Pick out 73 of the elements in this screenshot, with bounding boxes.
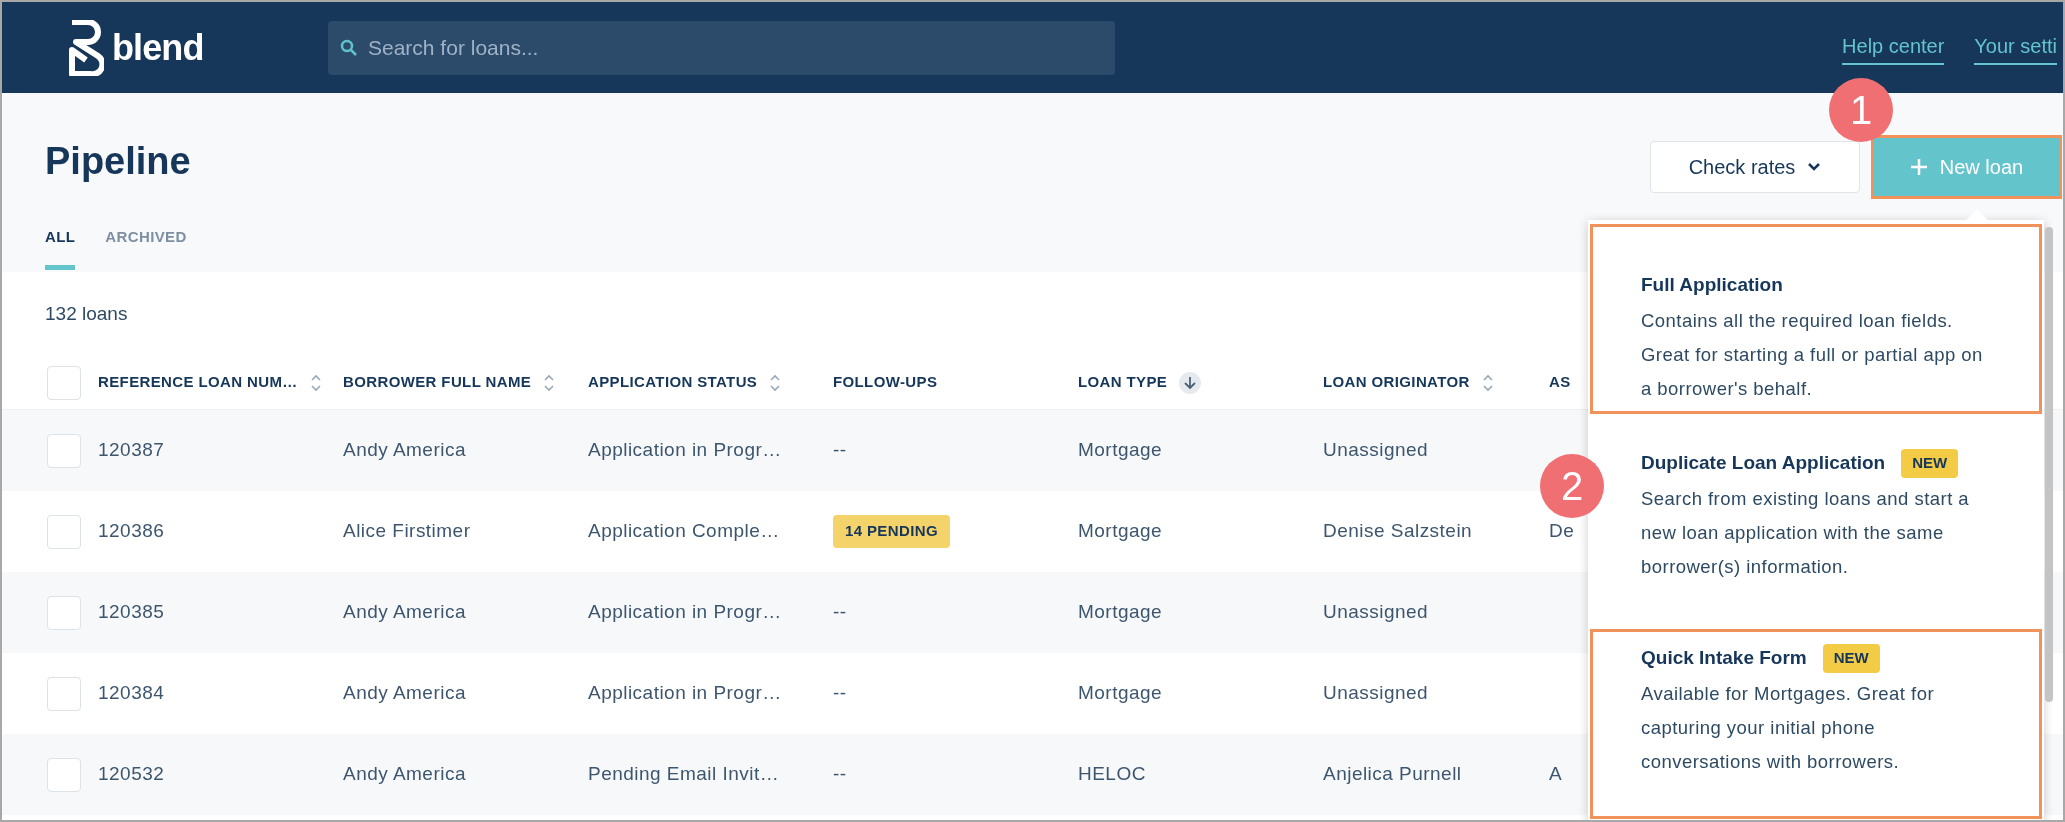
table-cell: Unassigned bbox=[1323, 601, 1429, 623]
column-header[interactable]: LOAN TYPE bbox=[1078, 371, 1168, 394]
checkbox[interactable] bbox=[47, 433, 81, 468]
table-cell: Andy America bbox=[343, 682, 466, 704]
check-rates-button[interactable]: Check rates bbox=[1650, 141, 1860, 193]
table-cell: Unassigned bbox=[1323, 682, 1429, 704]
table-cell: 120387 bbox=[98, 439, 165, 461]
new-badge: NEW bbox=[1822, 644, 1880, 673]
table-cell: De bbox=[1549, 520, 1575, 542]
menu-item-description: Contains all the required loan fields. Great for starting a full or partial app on a borrower's behalf. bbox=[1641, 308, 1984, 401]
checkbox[interactable] bbox=[47, 514, 81, 549]
table-cell: Andy America bbox=[343, 439, 466, 461]
search-icon bbox=[340, 38, 358, 57]
sort-descending-icon[interactable] bbox=[1179, 371, 1202, 394]
table-cell: -- bbox=[833, 439, 847, 461]
table-cell: Denise Salzstein bbox=[1323, 520, 1473, 542]
logo-icon bbox=[68, 19, 104, 76]
table-cell: Unassigned bbox=[1323, 439, 1429, 461]
checkbox[interactable] bbox=[47, 365, 81, 400]
sort-icon[interactable] bbox=[1481, 372, 1494, 393]
table-cell: Pending Email Invit… bbox=[588, 763, 780, 785]
checkbox[interactable] bbox=[47, 595, 81, 630]
page-title: Pipeline bbox=[45, 139, 191, 184]
checkbox[interactable] bbox=[47, 757, 81, 792]
table-cell: Mortgage bbox=[1078, 601, 1163, 623]
checkbox[interactable] bbox=[47, 676, 81, 711]
chevron-down-icon bbox=[1807, 162, 1822, 172]
table-cell: 120385 bbox=[98, 601, 165, 623]
search-field[interactable]: Search for loans... bbox=[328, 20, 1115, 75]
new-badge: NEW bbox=[1901, 449, 1959, 478]
menu-item-title: Quick Intake Form bbox=[1641, 646, 1807, 670]
table-cell: Mortgage bbox=[1078, 520, 1163, 542]
table-cell: Andy America bbox=[343, 601, 466, 623]
table-cell: Application in Progr… bbox=[588, 682, 782, 704]
loan-count: 132 loans bbox=[45, 303, 128, 324]
scrollbar[interactable] bbox=[2045, 227, 2053, 702]
table-cell: Anjelica Purnell bbox=[1323, 763, 1462, 785]
table-cell: Application in Progr… bbox=[588, 439, 782, 461]
menu-item[interactable]: Full Application Contains all the required loan fields. Great for starting a full or partial app on a borrower's behalf. bbox=[1590, 224, 2042, 414]
table-cell: Mortgage bbox=[1078, 682, 1163, 704]
column-header[interactable]: AS bbox=[1549, 371, 1571, 394]
header-link[interactable]: Your setti bbox=[1974, 30, 2057, 65]
table-cell: HELOC bbox=[1078, 763, 1146, 785]
menu-item[interactable]: Quick Intake Form NEW Available for Mortgages. Great for capturing your initial phone conversations with borrowers. bbox=[1590, 629, 2042, 819]
column-header[interactable]: LOAN ORIGINATOR bbox=[1323, 371, 1470, 394]
table-cell: Application Comple… bbox=[588, 520, 780, 542]
status-badge: 14 PENDING bbox=[833, 515, 950, 548]
column-header[interactable]: BORROWER FULL NAME bbox=[343, 371, 532, 394]
menu-item-title: Full Application bbox=[1641, 273, 1783, 297]
tab[interactable]: ALL bbox=[45, 226, 76, 270]
plus-icon bbox=[1909, 158, 1928, 176]
table-cell: -- bbox=[833, 601, 847, 623]
menu-item-description: Search from existing loans and start a new loan application with the same borrower(s) information. bbox=[1641, 486, 1971, 579]
table-cell: Andy America bbox=[343, 763, 466, 785]
sort-icon[interactable] bbox=[769, 372, 782, 393]
table-cell: Mortgage bbox=[1078, 439, 1163, 461]
table-cell: -- bbox=[833, 763, 847, 785]
table-cell: -- bbox=[833, 682, 847, 704]
sort-icon[interactable] bbox=[543, 372, 556, 393]
sort-icon[interactable] bbox=[309, 372, 322, 393]
table-cell: Alice Firstimer bbox=[343, 520, 471, 542]
table-cell: 120532 bbox=[98, 763, 165, 785]
menu-item-description: Available for Mortgages. Great for capturing your initial phone conversations with borrowers. bbox=[1641, 681, 1936, 774]
column-header[interactable]: APPLICATION STATUS bbox=[588, 371, 758, 394]
table-cell: A bbox=[1549, 763, 1563, 785]
table-cell: 120386 bbox=[98, 520, 165, 542]
logo-text: blend bbox=[112, 25, 204, 70]
table-cell: Application in Progr… bbox=[588, 601, 782, 623]
header-link[interactable]: Help center bbox=[1842, 30, 1945, 65]
column-header[interactable]: FOLLOW-UPS bbox=[833, 371, 938, 394]
table-cell: 120384 bbox=[98, 682, 165, 704]
column-header[interactable]: REFERENCE LOAN NUM… bbox=[98, 371, 298, 394]
menu-item-title: Duplicate Loan Application bbox=[1641, 451, 1886, 475]
